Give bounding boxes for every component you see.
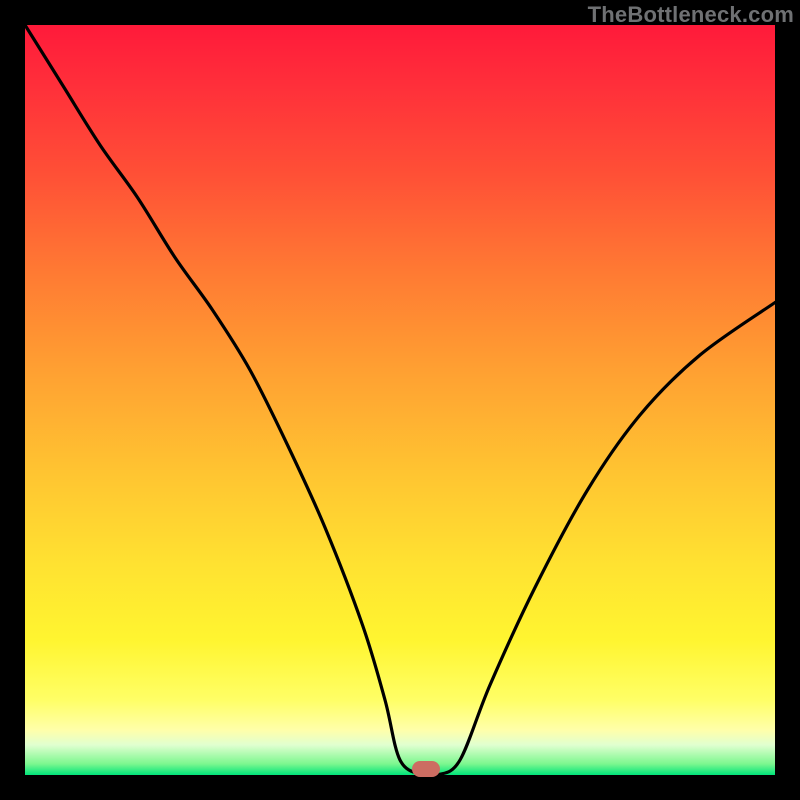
bottleneck-curve-path	[25, 25, 775, 777]
chart-frame: TheBottleneck.com	[0, 0, 800, 800]
curve-svg	[25, 25, 775, 775]
optimal-marker	[412, 761, 440, 777]
plot-area	[25, 25, 775, 775]
